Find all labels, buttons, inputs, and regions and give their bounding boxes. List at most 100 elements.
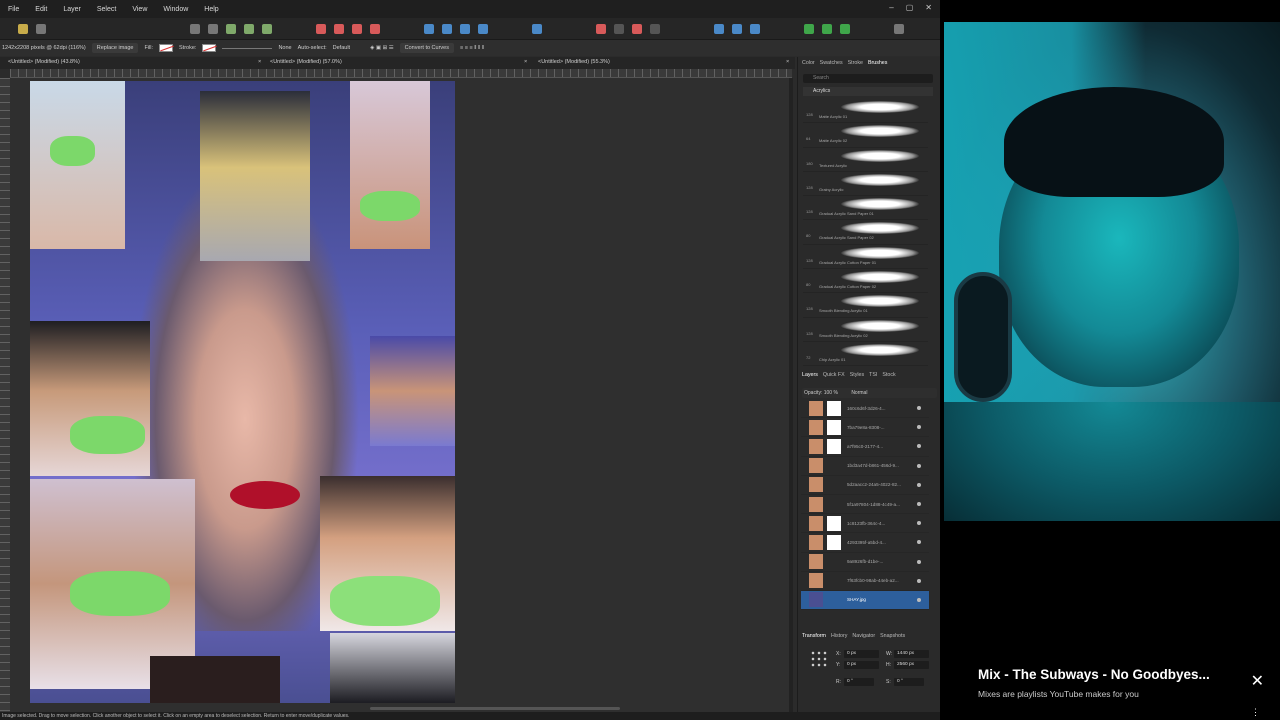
visibility-icon[interactable] [917,406,921,411]
tab-stroke[interactable]: Stroke [848,60,863,70]
brush-item[interactable]: 72 Chip Acrylic 01 [803,342,928,367]
close-icon[interactable]: ✕ [1251,671,1264,691]
stroke-swatch[interactable] [202,44,217,52]
align-snap-icon[interactable] [262,23,272,34]
brush-item[interactable]: 128 Smooth Blending Acrylic 02 [803,318,928,342]
anchor-grid-icon[interactable] [810,650,828,668]
transform-icons[interactable]: ◈ ▣ ⊞ ☰ [370,45,394,51]
brush-item[interactable]: 128 Matte Acrylic 01 [803,99,928,124]
tab-tsi[interactable]: TSI [869,372,877,382]
visibility-icon[interactable] [917,463,921,468]
layer-row[interactable]: 7ba79e8a-8308-... [801,418,929,438]
visibility-icon[interactable] [917,597,921,602]
maximize-icon[interactable]: ▢ [906,3,914,12]
w-field[interactable]: 1440 px [894,650,929,658]
canvas-vertical-scrollbar[interactable] [789,78,793,712]
opacity-value[interactable]: 100 % [824,390,838,396]
tab-close-icon[interactable]: × [524,59,527,65]
menu-layer[interactable]: Layer [55,6,89,13]
layer-row[interactable]: 7f63fcb0-98ab-44eb-a2... [801,572,929,591]
refine-icon[interactable] [840,23,850,34]
layer-row[interactable]: a7f95c0-2177-4... [801,437,929,457]
visibility-icon[interactable] [917,425,921,430]
more-options-icon[interactable]: ⋮ [1251,707,1260,718]
rotate-icon[interactable] [632,23,642,34]
persona-grid-icon[interactable] [36,23,46,34]
tab-swatches[interactable]: Swatches [820,60,843,70]
tab-close-icon[interactable]: × [258,59,261,65]
tab-quick-fx[interactable]: Quick FX [823,372,845,382]
tab-brushes[interactable]: Brushes [868,60,887,70]
rotation-field[interactable]: 0 ° [844,678,874,686]
convert-to-curves-button[interactable]: Convert to Curves [399,43,454,53]
settings-icon[interactable] [208,23,218,34]
arrange-front-icon[interactable] [460,23,470,34]
collage-document[interactable] [30,81,455,703]
mask-icon[interactable] [804,23,814,34]
layer-row[interactable]: 5f1a97804-1d88-4c49-a... [801,495,929,515]
minimize-icon[interactable]: – [889,3,893,12]
layer-row[interactable]: 4293395f-a5bd-4... [801,533,929,553]
canvas-area[interactable] [10,78,792,712]
align-icons[interactable]: ≡ ≡ ≡ ‖ ‖ ‖ [460,45,484,51]
arrange-forward-icon[interactable] [424,23,434,34]
layer-row[interactable]: 9a8926fb-d1be-... [801,553,929,572]
menu-help[interactable]: Help [196,6,226,13]
brush-item[interactable]: 128 Smooth Blending Acrylic 01 [803,293,928,318]
brush-item[interactable]: 80 Gradual Acrylic Cotton Paper 02 [803,269,928,294]
layer-row[interactable]: 1bd3a47d-b861-456d-9... [801,457,929,476]
x-field[interactable]: 0 px [844,650,879,658]
stroke-width-slider[interactable] [222,47,273,49]
brush-item[interactable]: 64 Matte Acrylic 02 [803,123,928,148]
boolean-add-icon[interactable] [316,23,326,34]
persona-photo-icon[interactable] [18,23,28,34]
flip-icon[interactable] [614,23,624,34]
h-field[interactable]: 2560 px [894,661,929,669]
tab-layers[interactable]: Layers [802,372,818,382]
visibility-icon[interactable] [917,482,921,487]
view-mode-icon[interactable] [732,23,742,34]
brush-search-input[interactable]: Search [803,74,933,83]
rotate-ccw-icon[interactable] [650,23,660,34]
shear-field[interactable]: 0 ° [894,678,924,686]
quick-mask-icon[interactable] [822,23,832,34]
brush-item[interactable]: 180 Textured Acrylic [803,148,928,172]
layer-row[interactable]: 5d2aacc2-24a5-4022-82... [801,476,929,495]
brush-item[interactable]: 128 Gradual Acrylic Sand Paper 01 [803,196,928,221]
y-field[interactable]: 0 px [844,661,879,669]
transform-origin-icon[interactable] [596,23,606,34]
tab-document-2[interactable]: <Untitled> (Modified) (57.0%) [270,59,342,65]
gear-icon[interactable] [190,23,200,34]
fill-swatch[interactable] [159,44,174,52]
brush-item[interactable]: 80 Gradual Acrylic Sand Paper 02 [803,220,928,245]
grid-snap-icon[interactable] [244,23,254,34]
autoselect-dropdown[interactable]: Default [333,45,350,51]
youtube-notification[interactable]: Mix - The Subways - No Goodbyes... Mixes… [966,657,1280,720]
user-icon[interactable] [894,23,904,34]
boolean-subtract-icon[interactable] [334,23,344,34]
visibility-icon[interactable] [917,521,921,526]
youtube-mix-title[interactable]: Mix - The Subways - No Goodbyes... [978,667,1210,682]
menu-view[interactable]: View [124,6,155,13]
blend-mode-dropdown[interactable]: Normal [851,390,867,396]
visibility-icon[interactable] [917,502,921,507]
arrange-bottom-icon[interactable] [478,23,488,34]
visibility-icon[interactable] [917,559,921,564]
menu-window[interactable]: Window [155,6,196,13]
close-icon[interactable]: ✕ [925,3,932,12]
menu-file[interactable]: File [0,6,27,13]
menu-select[interactable]: Select [89,6,124,13]
brush-item[interactable]: 128 Grainy Acrylic [803,172,928,197]
layer-row[interactable]: 160c6d6f-3d26-4... [801,399,929,419]
assistant-icon[interactable] [714,23,724,34]
visibility-icon[interactable] [917,578,921,583]
tab-document-1[interactable]: <Untitled> (Modified) (43.8%) [8,59,80,65]
tab-styles[interactable]: Styles [850,372,864,382]
boolean-divide-icon[interactable] [370,23,380,34]
arrange-back-icon[interactable] [442,23,452,34]
stroke-style-value[interactable]: None [278,45,291,51]
brush-category-dropdown[interactable]: Acrylics [803,87,933,96]
layer-row[interactable]: 1c8123fb-364c-4... [801,514,929,534]
tab-stock[interactable]: Stock [882,372,895,382]
tab-close-icon[interactable]: × [786,59,789,65]
